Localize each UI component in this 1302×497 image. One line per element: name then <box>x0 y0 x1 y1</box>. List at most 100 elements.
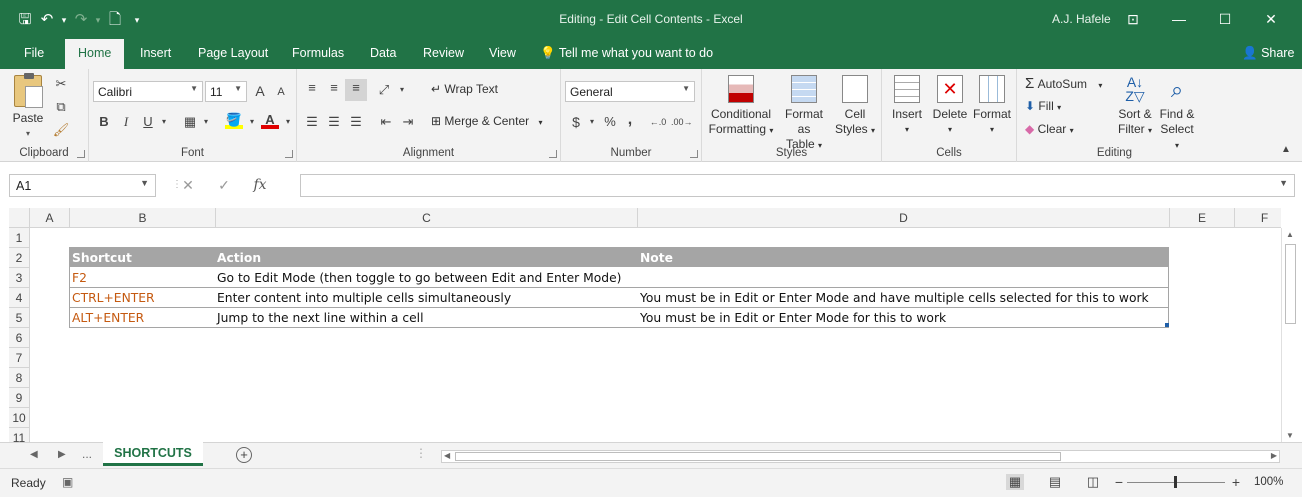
decrease-indent-icon[interactable]: ⇤ <box>377 113 395 131</box>
row-header-8[interactable]: 8 <box>9 368 30 388</box>
font-color-dropdown-icon[interactable]: ▾ <box>279 113 297 131</box>
zoom-slider-thumb[interactable] <box>1174 476 1177 488</box>
tell-me-search[interactable]: 💡 Tell me what you want to do <box>540 46 713 61</box>
autosum-button[interactable]: Σ AutoSum ▾ <box>1025 76 1102 93</box>
align-left-icon[interactable]: ☰ <box>303 113 321 131</box>
number-format-select[interactable]: General ▼ <box>565 81 695 102</box>
minimize-icon[interactable]: — <box>1156 6 1202 32</box>
alignment-launcher-icon[interactable] <box>549 150 557 158</box>
zoom-out-icon[interactable]: − <box>1110 474 1128 490</box>
fill-color-icon[interactable]: 🪣 <box>225 111 243 129</box>
new-sheet-icon[interactable]: + <box>236 447 252 463</box>
enter-icon[interactable]: ✓ <box>206 177 242 194</box>
underline-dropdown-icon[interactable]: ▾ <box>155 113 173 131</box>
page-layout-view-icon[interactable]: ▤ <box>1046 474 1064 490</box>
middle-align-icon[interactable]: ≡ <box>325 79 343 97</box>
more-sheets-button[interactable]: ... <box>82 447 92 461</box>
sheet-tab-shortcuts[interactable]: SHORTCUTS <box>103 442 203 466</box>
table-cell-shortcut[interactable]: CTRL+ENTER <box>72 288 155 308</box>
page-break-preview-icon[interactable]: ◫ <box>1084 474 1102 490</box>
table-header-note[interactable]: Note <box>640 248 673 268</box>
increase-indent-icon[interactable]: ⇥ <box>399 113 417 131</box>
conditional-formatting-button[interactable]: Conditional Formatting ▾ <box>708 75 774 138</box>
collapse-ribbon-icon[interactable]: ▲ <box>1277 141 1295 159</box>
top-align-icon[interactable]: ≡ <box>303 79 321 97</box>
row-header-3[interactable]: 3 <box>9 268 30 288</box>
tab-split-grip-icon[interactable]: ⋮ <box>415 446 427 460</box>
format-cells-button[interactable]: Format ▾ <box>972 75 1012 137</box>
tab-insert[interactable]: Insert <box>140 46 171 60</box>
row-header-9[interactable]: 9 <box>9 388 30 408</box>
row-header-6[interactable]: 6 <box>9 328 30 348</box>
table-cell-note[interactable]: You must be in Edit or Enter Mode for th… <box>640 308 946 328</box>
format-painter-icon[interactable]: 🖌 <box>52 121 70 139</box>
borders-dropdown-icon[interactable]: ▾ <box>197 113 215 131</box>
font-family-select[interactable]: Calibri ▼ <box>93 81 203 102</box>
cell-styles-button[interactable]: Cell Styles ▾ <box>834 75 876 138</box>
orientation-dropdown-icon[interactable]: ▾ <box>393 81 411 99</box>
scroll-down-icon[interactable]: ▼ <box>1286 431 1294 440</box>
table-cell-action[interactable]: Enter content into multiple cells simult… <box>217 288 511 308</box>
font-size-select[interactable]: 11 ▼ <box>205 81 247 102</box>
font-color-icon[interactable]: A <box>261 111 279 129</box>
copy-icon[interactable]: ⧉ <box>52 98 70 116</box>
normal-view-icon[interactable]: ▦ <box>1006 474 1024 490</box>
row-header-11[interactable]: 11 <box>9 428 30 442</box>
increase-decimal-icon[interactable]: ←.0 <box>649 113 667 131</box>
column-header-a[interactable]: A <box>30 208 70 228</box>
table-resize-handle-icon[interactable] <box>1165 323 1169 327</box>
name-box[interactable]: A1 ▼ <box>9 174 156 197</box>
scroll-right-icon[interactable]: ▶ <box>1271 451 1277 460</box>
zoom-in-icon[interactable]: + <box>1227 474 1245 490</box>
worksheet-grid[interactable]: A B C D E F 1 2 3 4 5 6 7 8 9 10 11 Shor… <box>9 208 1281 442</box>
formula-input[interactable]: ▼ <box>300 174 1295 197</box>
bottom-align-icon[interactable]: ≡ <box>345 79 367 101</box>
merge-center-button[interactable]: ⊞ Merge & Center ▾ <box>431 114 542 130</box>
next-sheet-icon[interactable]: ▶ <box>58 449 66 460</box>
ribbon-display-options-icon[interactable]: ⊡ <box>1110 6 1156 32</box>
row-header-1[interactable]: 1 <box>9 228 30 248</box>
delete-cells-button[interactable]: ✕ Delete ▾ <box>930 75 970 137</box>
comma-style-icon[interactable]: , <box>621 111 639 129</box>
row-header-7[interactable]: 7 <box>9 348 30 368</box>
number-launcher-icon[interactable] <box>690 150 698 158</box>
wrap-text-button[interactable]: ↵ Wrap Text <box>431 82 498 97</box>
select-all-button[interactable] <box>9 208 30 228</box>
tab-view[interactable]: View <box>489 46 516 60</box>
user-name[interactable]: A.J. Hafele <box>1052 12 1111 26</box>
cut-icon[interactable]: ✂ <box>52 75 70 93</box>
previous-sheet-icon[interactable]: ◀ <box>30 449 38 460</box>
table-header-action[interactable]: Action <box>217 248 261 268</box>
orientation-icon[interactable]: ⤢ <box>375 81 393 99</box>
tab-data[interactable]: Data <box>370 46 396 60</box>
shrink-font-icon[interactable]: A <box>272 83 290 101</box>
column-header-f[interactable]: F <box>1235 208 1281 228</box>
clipboard-launcher-icon[interactable] <box>77 150 85 158</box>
table-cell-action[interactable]: Jump to the next line within a cell <box>217 308 424 328</box>
align-right-icon[interactable]: ☰ <box>347 113 365 131</box>
clear-button[interactable]: ◆ Clear ▾ <box>1025 122 1074 138</box>
currency-dropdown-icon[interactable]: ▾ <box>583 113 601 131</box>
fill-button[interactable]: ⬇ Fill ▾ <box>1025 99 1061 115</box>
table-cell-shortcut[interactable]: F2 <box>72 268 87 288</box>
tab-review[interactable]: Review <box>423 46 464 60</box>
close-icon[interactable]: ✕ <box>1248 6 1294 32</box>
paste-button[interactable]: Paste ▾ <box>10 73 46 138</box>
column-header-c[interactable]: C <box>216 208 638 228</box>
fill-color-dropdown-icon[interactable]: ▾ <box>243 113 261 131</box>
share-button[interactable]: 👤 Share <box>1242 46 1294 61</box>
maximize-icon[interactable]: ☐ <box>1202 6 1248 32</box>
tab-home[interactable]: Home <box>65 39 125 69</box>
macro-recording-icon[interactable]: ▣ <box>62 475 73 489</box>
find-select-button[interactable]: ⌕ Find & Select ▾ <box>1157 75 1197 153</box>
cancel-icon[interactable]: ✕ <box>170 177 206 194</box>
expand-formula-bar-icon[interactable]: ▼ <box>1279 178 1288 188</box>
insert-cells-button[interactable]: Insert ▾ <box>888 75 926 137</box>
percent-icon[interactable]: % <box>601 113 619 131</box>
tab-formulas[interactable]: Formulas <box>292 46 344 60</box>
horizontal-scroll-thumb[interactable] <box>455 452 1061 461</box>
tab-page-layout[interactable]: Page Layout <box>198 46 268 60</box>
row-header-2[interactable]: 2 <box>9 248 30 268</box>
italic-icon[interactable]: I <box>117 113 135 131</box>
insert-function-icon[interactable]: fx <box>242 177 278 194</box>
